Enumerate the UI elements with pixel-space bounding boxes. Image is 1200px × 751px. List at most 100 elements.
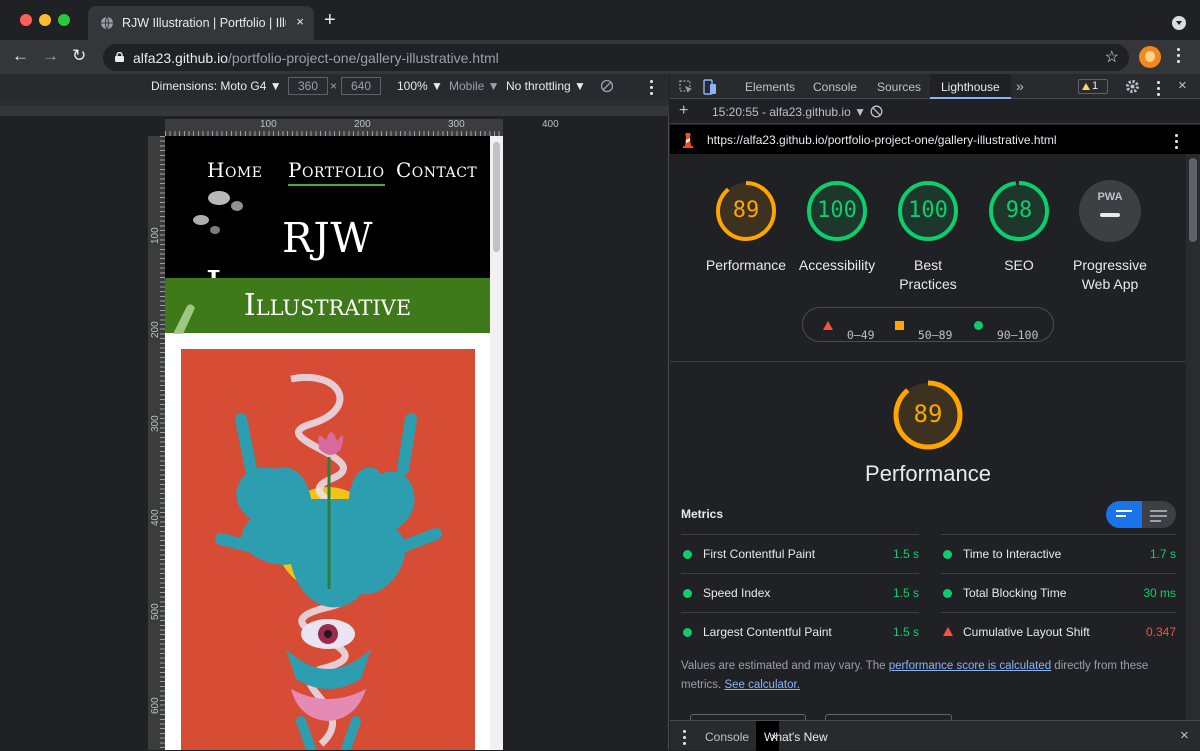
metric-row: Total Blocking Time 30 ms bbox=[941, 573, 1176, 612]
browser-menu-icon[interactable] bbox=[1177, 48, 1181, 63]
ruler-label: 100 bbox=[260, 119, 277, 130]
metric-name: Total Blocking Time bbox=[963, 586, 1067, 600]
more-tabs-button[interactable]: » bbox=[1016, 78, 1024, 94]
device-dimensions-select[interactable]: Dimensions: Moto G4 ▼ bbox=[151, 79, 282, 93]
score-gauge[interactable]: 89 Performance bbox=[706, 180, 786, 273]
score-label: Best Practices bbox=[899, 257, 957, 292]
report-scrollbar-thumb[interactable] bbox=[1189, 158, 1197, 242]
close-devtools-button[interactable]: × bbox=[1178, 77, 1187, 94]
height-input[interactable]: 640 bbox=[341, 77, 381, 95]
rotate-icon[interactable] bbox=[600, 79, 614, 93]
nav-link-portfolio[interactable]: Portfolio bbox=[288, 158, 385, 186]
performance-score-value: 89 bbox=[913, 400, 943, 428]
score-gauge[interactable]: PWA Progressive Web App bbox=[1073, 180, 1147, 292]
zoom-select[interactable]: 100% ▼ bbox=[397, 79, 443, 93]
see-calculator-link[interactable]: See calculator. bbox=[724, 679, 799, 691]
tab-title: RJW Illustration | Portfolio | Illustrat… bbox=[122, 16, 286, 30]
drawer-tab-console[interactable]: Console bbox=[705, 730, 749, 744]
device-options-icon[interactable] bbox=[650, 80, 654, 95]
ruler-label: 600 bbox=[150, 697, 161, 714]
pass-dot-icon bbox=[943, 550, 952, 559]
close-drawer-button[interactable]: × bbox=[1180, 727, 1189, 744]
score-value: 98 bbox=[1005, 198, 1033, 223]
new-tab-button[interactable]: + bbox=[324, 9, 336, 32]
metrics-view-toggle[interactable] bbox=[1106, 501, 1176, 528]
times-sign: × bbox=[330, 79, 338, 93]
score-value: 100 bbox=[908, 198, 948, 223]
lock-icon bbox=[115, 52, 124, 62]
back-button[interactable]: ← bbox=[12, 46, 29, 66]
url-host: alfa23.github.io bbox=[133, 50, 228, 66]
score-label: Accessibility bbox=[798, 257, 876, 273]
ruler-label: 400 bbox=[150, 509, 161, 526]
tab-close-button[interactable]: × bbox=[296, 14, 304, 29]
inspect-element-icon[interactable] bbox=[679, 80, 693, 94]
tab-elements[interactable]: Elements bbox=[745, 80, 795, 94]
zoom-window-button[interactable] bbox=[58, 14, 70, 26]
site-header: Home Portfolio Contact RJW Illustration bbox=[165, 136, 490, 310]
section-title: Illustrative bbox=[243, 288, 412, 323]
page-scrollbar-thumb[interactable] bbox=[493, 142, 500, 252]
score-gauge[interactable]: 100 Accessibility bbox=[799, 180, 875, 273]
vertical-ruler: 100 200 300 400 500 600 bbox=[148, 136, 165, 750]
pass-dot-icon bbox=[683, 550, 692, 559]
ruler-label: 400 bbox=[542, 119, 559, 130]
gear-icon[interactable] bbox=[1125, 79, 1140, 94]
score-gauge[interactable]: 100 Best Practices bbox=[897, 180, 959, 292]
drawer-tab-whats-new[interactable]: What's New × bbox=[756, 721, 828, 751]
score-label: SEO bbox=[1004, 257, 1034, 273]
ruler-label: 300 bbox=[448, 119, 465, 130]
tab-search-button[interactable] bbox=[1172, 16, 1186, 30]
nav-link-home[interactable]: Home bbox=[207, 158, 262, 182]
devtools-menu-icon[interactable] bbox=[1157, 81, 1161, 96]
devtools-tabbar: Elements Console Sources Lighthouse » 1 … bbox=[670, 74, 1200, 99]
collapse-lines-icon bbox=[1116, 510, 1132, 517]
bookmark-star-icon[interactable]: ☆ bbox=[1105, 47, 1119, 67]
width-input[interactable]: 360 bbox=[288, 77, 328, 95]
legend-average: 50–89 bbox=[895, 318, 952, 342]
pass-dot-icon bbox=[683, 589, 692, 598]
devtools-drawer: Console What's New × × bbox=[670, 720, 1200, 751]
pwa-dash bbox=[1100, 213, 1120, 217]
lighthouse-toolbar: + 15:20:55 - alfa23.github.io ▼ bbox=[670, 99, 1200, 124]
report-menu-icon[interactable] bbox=[1175, 134, 1179, 149]
warnings-badge[interactable]: 1 bbox=[1078, 79, 1108, 94]
legend-fail: 0–49 bbox=[823, 318, 875, 342]
device-toolbar-icon[interactable] bbox=[703, 79, 717, 95]
score-gauge[interactable]: 98 SEO bbox=[988, 180, 1050, 273]
compact-view-button[interactable] bbox=[1106, 501, 1142, 528]
metric-row: Cumulative Layout Shift 0.347 bbox=[941, 612, 1176, 651]
pass-dot-icon bbox=[943, 589, 952, 598]
score-calculated-link[interactable]: performance score is calculated bbox=[889, 660, 1051, 672]
close-tab-icon[interactable]: × bbox=[771, 730, 778, 744]
performance-gauge[interactable]: 89 bbox=[892, 379, 964, 451]
forward-button[interactable]: → bbox=[42, 46, 59, 66]
tab-sources[interactable]: Sources bbox=[877, 80, 921, 94]
throttling-select[interactable]: No throttling ▼ bbox=[506, 79, 586, 93]
browser-tab[interactable]: RJW Illustration | Portfolio | Illustrat… bbox=[88, 6, 314, 40]
close-window-button[interactable] bbox=[20, 14, 32, 26]
illustration-artwork bbox=[215, 374, 442, 750]
new-report-button[interactable]: + bbox=[679, 102, 688, 120]
metrics-heading: Metrics bbox=[681, 507, 724, 521]
address-bar[interactable]: alfa23.github.io/portfolio-project-one/g… bbox=[103, 44, 1129, 71]
metric-name: Largest Contentful Paint bbox=[703, 625, 832, 639]
report-scrollbar[interactable] bbox=[1186, 154, 1200, 720]
reload-button[interactable]: ↻ bbox=[72, 46, 86, 66]
tab-lighthouse[interactable]: Lighthouse bbox=[930, 74, 1011, 99]
profile-avatar[interactable] bbox=[1139, 46, 1161, 68]
minimize-window-button[interactable] bbox=[39, 14, 51, 26]
score-value: 89 bbox=[732, 198, 760, 223]
gallery-artwork-image[interactable] bbox=[181, 349, 475, 750]
report-select[interactable]: 15:20:55 - alfa23.github.io ▼ bbox=[712, 105, 866, 119]
metric-name: First Contentful Paint bbox=[703, 547, 816, 561]
device-type-select[interactable]: Mobile ▼ bbox=[449, 79, 500, 93]
metric-row: Time to Interactive 1.7 s bbox=[941, 534, 1176, 573]
expand-lines-icon[interactable] bbox=[1150, 510, 1167, 522]
page-scrollbar[interactable] bbox=[490, 136, 503, 750]
nav-link-contact[interactable]: Contact bbox=[396, 158, 477, 182]
tab-console[interactable]: Console bbox=[813, 80, 857, 94]
clear-icon[interactable] bbox=[870, 105, 883, 118]
metric-name: Speed Index bbox=[703, 586, 771, 600]
drawer-menu-icon[interactable] bbox=[683, 730, 687, 745]
